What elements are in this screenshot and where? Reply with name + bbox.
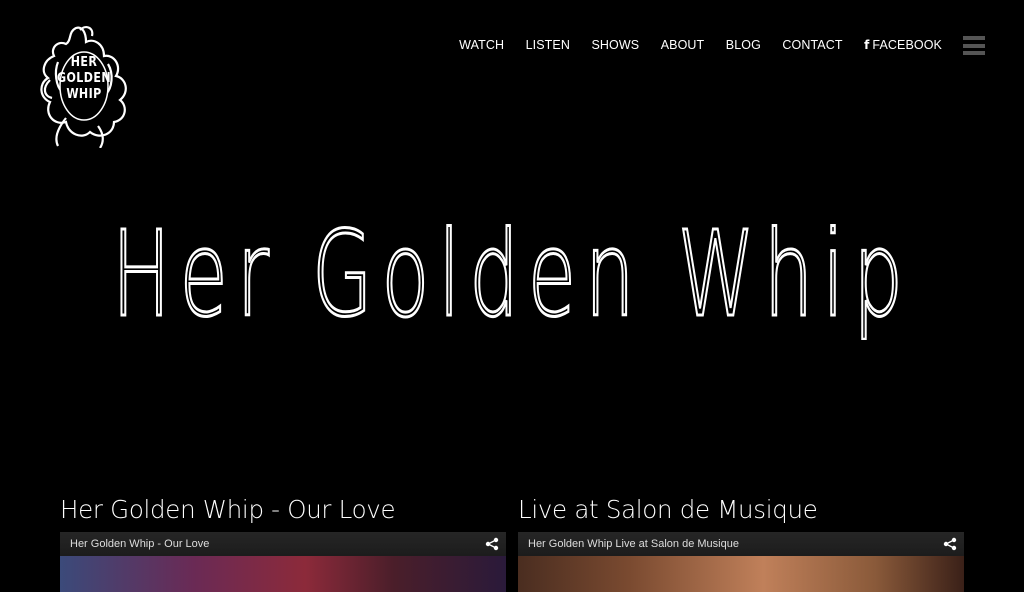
- facebook-icon: f: [864, 38, 870, 52]
- nav-facebook-label: FACEBOOK: [872, 38, 942, 52]
- nav-facebook[interactable]: f FACEBOOK: [864, 38, 942, 52]
- nav-listen[interactable]: LISTEN: [526, 38, 570, 52]
- video-thumbnail[interactable]: [60, 556, 506, 592]
- video-section-our-love: Her Golden Whip - Our Love Her Golden Wh…: [60, 494, 506, 592]
- share-icon[interactable]: [943, 537, 957, 551]
- hero-title-text: Her Golden Whip: [112, 205, 912, 340]
- player-title-bar: Her Golden Whip Live at Salon de Musique: [518, 532, 964, 556]
- nav-contact[interactable]: CONTACT: [782, 38, 842, 52]
- player-title[interactable]: Her Golden Whip Live at Salon de Musique: [528, 538, 739, 550]
- video-player[interactable]: Her Golden Whip Live at Salon de Musique: [518, 532, 964, 592]
- video-heading: Her Golden Whip - Our Love: [60, 495, 396, 524]
- hero-title-art: Her Golden Whip: [111, 204, 912, 345]
- logo-text-line: HER: [70, 55, 98, 70]
- video-section-salon: Live at Salon de Musique Her Golden Whip…: [518, 494, 964, 592]
- video-thumbnail[interactable]: [518, 556, 964, 592]
- main-nav: WATCH LISTEN SHOWS ABOUT BLOG CONTACT fF…: [438, 38, 942, 52]
- nav-blog[interactable]: BLOG: [726, 38, 761, 52]
- video-player[interactable]: Her Golden Whip - Our Love: [60, 532, 506, 592]
- nav-about[interactable]: ABOUT: [661, 38, 705, 52]
- player-title[interactable]: Her Golden Whip - Our Love: [70, 538, 209, 550]
- logo-text-line: WHIP: [66, 87, 102, 102]
- video-heading: Live at Salon de Musique: [518, 495, 818, 524]
- hamburger-menu-icon[interactable]: [963, 36, 985, 55]
- player-title-bar: Her Golden Whip - Our Love: [60, 532, 506, 556]
- share-icon[interactable]: [485, 537, 499, 551]
- hero-title: Her Golden Whip: [0, 200, 1024, 345]
- nav-watch[interactable]: WATCH: [459, 38, 504, 52]
- logo-text-line: GOLDEN: [56, 71, 112, 86]
- nav-shows[interactable]: SHOWS: [591, 38, 639, 52]
- site-logo[interactable]: HER GOLDEN WHIP: [28, 22, 132, 149]
